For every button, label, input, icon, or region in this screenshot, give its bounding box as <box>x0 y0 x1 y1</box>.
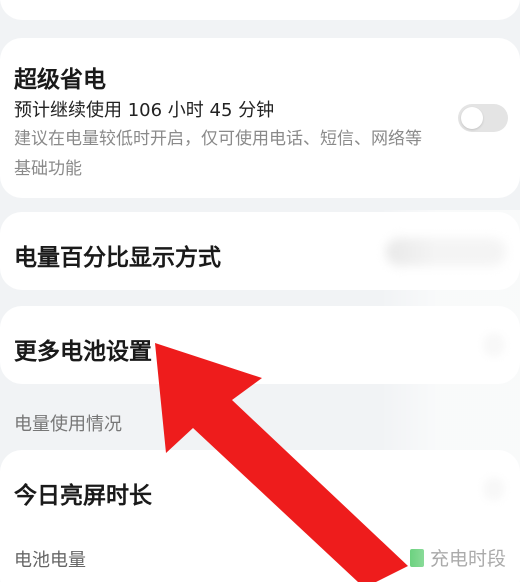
charging-legend-label: 充电时段 <box>429 548 506 570</box>
percentage-display-value <box>386 238 506 266</box>
usage-estimate: 预计继续使用 106 小时 45 分钟 <box>14 100 275 121</box>
usage-section-header: 电量使用情况 <box>14 414 122 435</box>
battery-settings-screen: 超级省电 预计继续使用 106 小时 45 分钟 建议在电量较低时开启，仅可使用… <box>0 0 520 582</box>
chevron-right-icon <box>484 334 504 356</box>
screen-time-title[interactable]: 今日亮屏时长 <box>14 476 152 510</box>
usage-card: 今日亮屏时长 电池电量 充电时段 <box>0 450 520 582</box>
more-battery-settings-row[interactable]: 更多电池设置 <box>0 306 520 384</box>
battery-percentage-display-title: 电量百分比显示方式 <box>14 245 221 271</box>
battery-percentage-display-row[interactable]: 电量百分比显示方式 <box>0 212 520 290</box>
more-battery-settings-title: 更多电池设置 <box>14 339 152 365</box>
super-power-saving-toggle[interactable] <box>458 104 508 132</box>
super-power-saving-description: 建议在电量较低时开启，仅可使用电话、短信、网络等基础功能 <box>14 129 422 179</box>
previous-settings-card <box>0 0 520 20</box>
super-power-saving-title: 超级省电 <box>14 67 106 93</box>
battery-level-label: 电池电量 <box>14 550 86 571</box>
toggle-knob <box>461 107 483 129</box>
chevron-right-icon <box>484 478 504 500</box>
charging-legend-swatch <box>409 548 424 567</box>
charging-legend: 充电时段 <box>409 544 506 571</box>
super-power-saving-card[interactable]: 超级省电 预计继续使用 106 小时 45 分钟 建议在电量较低时开启，仅可使用… <box>0 38 520 198</box>
